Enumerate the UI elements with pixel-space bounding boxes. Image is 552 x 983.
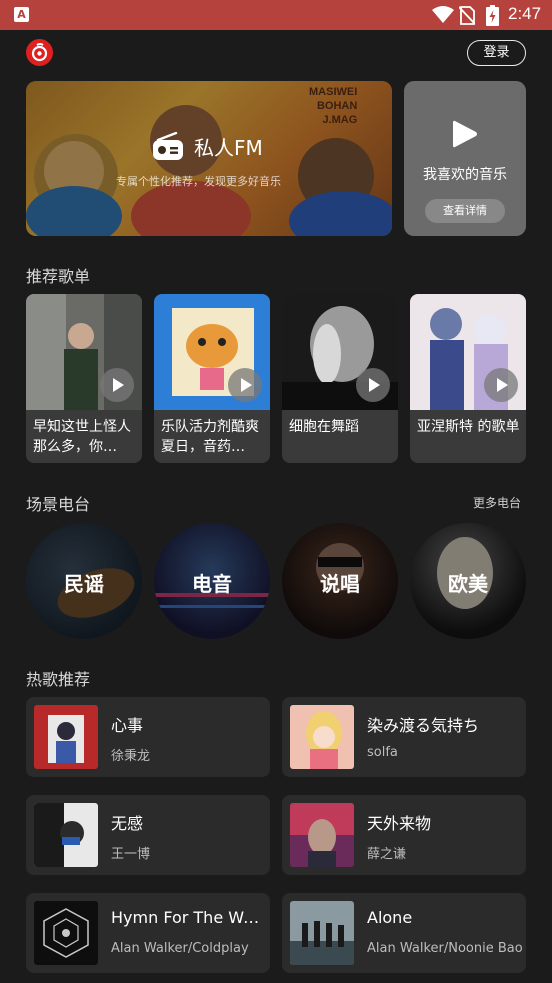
scene-radio-title: 场景电台 bbox=[26, 495, 91, 514]
song-cover bbox=[34, 705, 98, 769]
fm-artwork-text: MASIWEI BOHAN J.MAG bbox=[309, 86, 358, 126]
song-artist: Alan Walker/Coldplay bbox=[111, 941, 249, 956]
radio-station-label: 说唱 bbox=[320, 572, 360, 596]
favorite-music-title: 我喜欢的音乐 bbox=[423, 167, 507, 183]
fm-subtitle: 专属个性化推荐，发现更多好音乐 bbox=[116, 175, 281, 188]
song-title: 天外来物 bbox=[367, 814, 432, 833]
song-title: 心事 bbox=[111, 716, 144, 735]
song-cover bbox=[290, 803, 354, 867]
song-artist: solfa bbox=[367, 745, 398, 760]
play-icon bbox=[453, 120, 477, 148]
song-artist: 徐秉龙 bbox=[111, 749, 151, 764]
hot-songs-title: 热歌推荐 bbox=[26, 670, 91, 689]
song-item[interactable]: 心事 徐秉龙 bbox=[26, 697, 270, 777]
radio-station-label: 欧美 bbox=[448, 572, 488, 596]
playlist-card[interactable]: 细胞在舞蹈 bbox=[282, 294, 398, 463]
song-cover bbox=[34, 803, 98, 867]
fm-title: 私人FM bbox=[194, 136, 263, 160]
login-button[interactable]: 登录 bbox=[467, 40, 526, 66]
status-bar: A 2:47 bbox=[0, 0, 552, 30]
radio-station-folk[interactable]: 民谣 bbox=[26, 523, 142, 639]
song-item[interactable]: 天外来物 薛之谦 bbox=[282, 795, 526, 875]
status-time: 2:47 bbox=[508, 4, 542, 23]
favorite-music-card[interactable]: 我喜欢的音乐 查看详情 bbox=[404, 81, 526, 236]
song-cover bbox=[290, 901, 354, 965]
recommended-playlists-title: 推荐歌单 bbox=[26, 267, 91, 286]
playlist-name: 细胞在舞蹈 bbox=[289, 419, 359, 435]
song-title: 无感 bbox=[111, 814, 144, 833]
song-cover bbox=[290, 705, 354, 769]
playlist-play-button[interactable] bbox=[228, 368, 262, 402]
playlist-card[interactable]: 乐队活力剂酷爽夏日，音药… bbox=[154, 294, 270, 463]
playlist-name: 乐队活力剂酷爽夏日，音药… bbox=[161, 419, 259, 455]
playlist-card[interactable]: 早知这世上怪人那么多，你… bbox=[26, 294, 142, 463]
battery-charging-icon bbox=[486, 5, 499, 26]
no-sim-icon bbox=[459, 6, 475, 25]
playlist-play-button[interactable] bbox=[356, 368, 390, 402]
song-item[interactable]: 无感 王一博 bbox=[26, 795, 270, 875]
wifi-icon bbox=[432, 6, 454, 23]
app-notification-icon: A bbox=[14, 7, 29, 22]
radio-station-electronic[interactable]: 电音 bbox=[154, 523, 270, 639]
song-cover bbox=[34, 901, 98, 965]
song-item[interactable]: 染み渡る気持ち solfa bbox=[282, 697, 526, 777]
radio-station-label: 民谣 bbox=[64, 572, 104, 596]
playlist-play-button[interactable] bbox=[100, 368, 134, 402]
song-title: Hymn For The Weekend bbox=[111, 908, 263, 927]
song-title: 染み渡る気持ち bbox=[367, 716, 480, 735]
view-details-button[interactable]: 查看详情 bbox=[425, 199, 505, 223]
song-item[interactable]: Alone Alan Walker/Noonie Bao bbox=[282, 893, 526, 973]
playlist-name: 亚涅斯特 的歌单 bbox=[417, 419, 520, 435]
netease-music-logo-icon[interactable] bbox=[26, 39, 53, 66]
song-artist: 薛之谦 bbox=[367, 847, 407, 862]
song-artist: 王一博 bbox=[111, 847, 151, 862]
more-radio-link[interactable]: 更多电台 bbox=[473, 494, 521, 511]
song-item[interactable]: Hymn For The Weekend Alan Walker/Coldpla… bbox=[26, 893, 270, 973]
song-artist: Alan Walker/Noonie Bao bbox=[367, 941, 522, 956]
song-title: Alone bbox=[367, 908, 413, 927]
radio-icon bbox=[153, 132, 183, 160]
radio-station-label: 电音 bbox=[192, 572, 232, 596]
radio-station-western[interactable]: 欧美 bbox=[410, 523, 526, 639]
radio-station-rap[interactable]: 说唱 bbox=[282, 523, 398, 639]
playlist-card[interactable]: 亚涅斯特 的歌单 bbox=[410, 294, 526, 463]
private-fm-banner[interactable]: MASIWEI BOHAN J.MAG 私人FM 专属个性化推荐，发现更多好音乐 bbox=[26, 81, 392, 236]
playlist-name: 早知这世上怪人那么多，你… bbox=[33, 419, 131, 455]
playlist-play-button[interactable] bbox=[484, 368, 518, 402]
